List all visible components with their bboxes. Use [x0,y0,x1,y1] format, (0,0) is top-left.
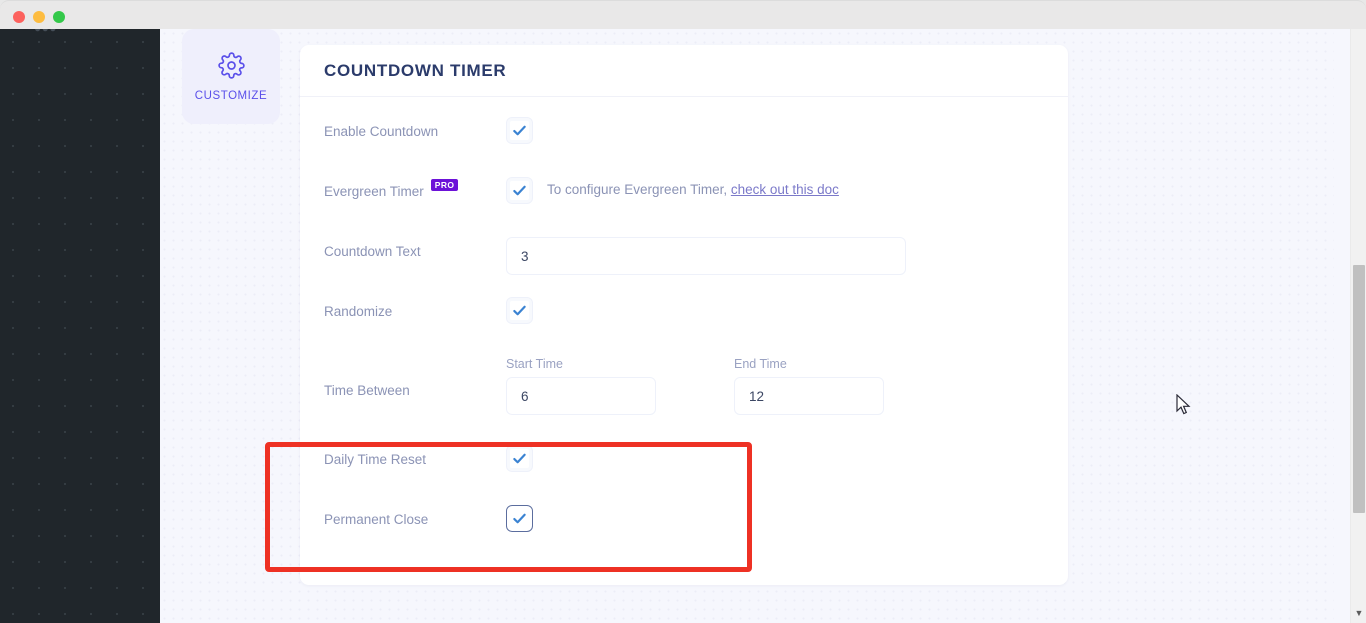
evergreen-timer-label-text: Evergreen Timer [324,184,424,199]
daily-time-reset-checkbox[interactable] [506,445,533,472]
rail-logo: ●●● [34,29,57,35]
row-enable-countdown: Enable Countdown [300,115,1068,175]
evergreen-timer-checkbox[interactable] [506,177,533,204]
page-title: COUNTDOWN TIMER [324,60,507,80]
maximize-window-button[interactable] [53,11,65,23]
row-permanent-close-label: Permanent Close [324,512,429,527]
row-permanent-close: Permanent Close [300,503,1068,559]
app-window: ●●● CUSTOMIZE COUNTDOWN TIMER [0,0,1366,623]
enable-countdown-checkbox[interactable] [506,117,533,144]
row-evergreen-timer: Evergreen Timer PRO To configure Evergre… [300,175,1068,235]
card-header: COUNTDOWN TIMER [300,45,1068,97]
minimize-window-button[interactable] [33,11,45,23]
row-enable-countdown-label: Enable Countdown [324,124,439,139]
evergreen-doc-link[interactable]: check out this doc [731,182,839,197]
start-time-caption: Start Time [506,357,563,371]
permanent-close-checkbox[interactable] [506,505,533,532]
tab-customize[interactable]: CUSTOMIZE [182,29,280,124]
row-permanent-close-control [506,503,1068,532]
row-enable-countdown-control [506,115,1068,144]
close-window-button[interactable] [13,11,25,23]
window-controls [13,11,65,23]
end-time-group: End Time [734,357,884,415]
row-randomize: Randomize [300,295,1068,355]
row-randomize-control [506,295,1068,324]
gear-icon [217,51,245,84]
pro-badge: PRO [430,179,459,192]
scrollbar-thumb[interactable] [1353,265,1365,513]
row-randomize-label: Randomize [324,304,393,319]
row-daily-time-reset-control [506,443,1068,472]
window-titlebar [0,0,1366,29]
tab-customize-label: CUSTOMIZE [194,89,268,102]
scroll-down-arrow-icon[interactable]: ▼ [1351,609,1366,618]
start-time-group: Start Time [506,357,656,415]
end-time-caption: End Time [734,357,787,371]
settings-tab-column: CUSTOMIZE [182,29,280,124]
row-time-between-label: Time Between [324,383,410,398]
end-time-input[interactable] [734,377,884,415]
row-evergreen-timer-control: To configure Evergreen Timer, check out … [506,175,1068,204]
row-daily-time-reset-label: Daily Time Reset [324,452,427,467]
evergreen-timer-hint-text: To configure Evergreen Timer, [547,182,728,197]
vertical-scrollbar[interactable]: ▼ [1350,29,1366,623]
row-countdown-text-control [506,235,1068,275]
row-countdown-text: Countdown Text [300,235,1068,295]
row-daily-time-reset: Daily Time Reset [300,443,1068,503]
app-left-rail: ●●● [0,29,160,623]
countdown-text-input[interactable] [506,237,906,275]
countdown-timer-card: COUNTDOWN TIMER Enable Countdown Evergre… [300,45,1068,585]
page-right-gutter [1334,29,1350,623]
row-time-between: Time Between Start Time End Time [300,355,1068,443]
row-countdown-text-label: Countdown Text [324,244,421,259]
settings-workspace: CUSTOMIZE COUNTDOWN TIMER Enable Countdo… [160,29,1350,623]
row-evergreen-timer-label: Evergreen Timer PRO [324,175,506,200]
evergreen-timer-hint: To configure Evergreen Timer, check out … [547,177,839,197]
randomize-checkbox[interactable] [506,297,533,324]
start-time-input[interactable] [506,377,656,415]
row-time-between-control: Start Time End Time [506,355,1068,415]
card-body: Enable Countdown Evergreen Timer PRO To … [300,97,1068,585]
time-between-fields: Start Time End Time [506,357,884,415]
